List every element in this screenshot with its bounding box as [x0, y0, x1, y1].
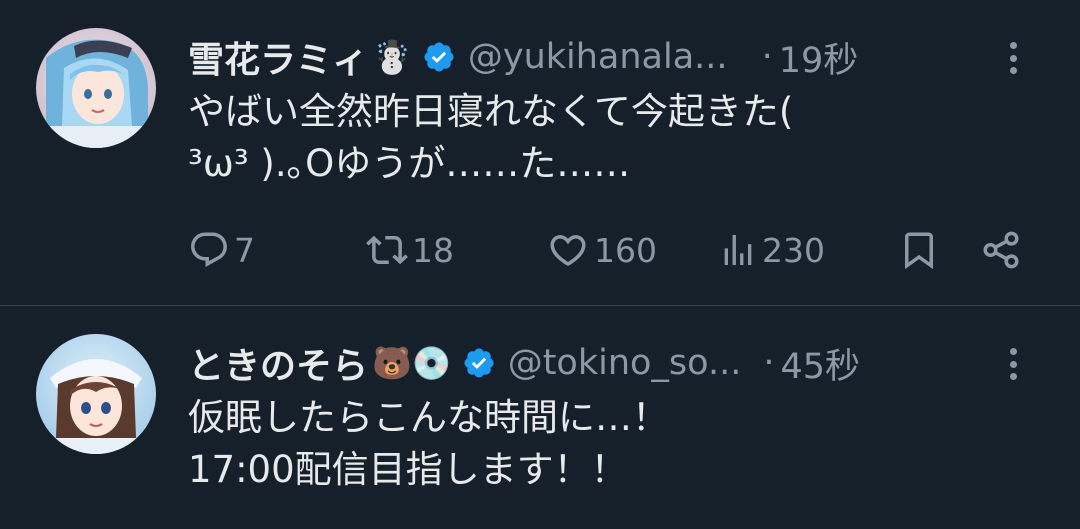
action-bar: 7 18 160 230: [188, 222, 1044, 278]
tweet-header: ときのそら 🐻💿 @tokino_so... · 45秒: [188, 334, 1040, 392]
views-count: 230: [762, 230, 825, 270]
tweet[interactable]: ときのそら 🐻💿 @tokino_so... · 45秒 仮眠したらこんな時間に…: [0, 305, 1080, 529]
handle[interactable]: @tokino_so...: [508, 343, 742, 383]
retweet-icon: [366, 235, 408, 265]
handle[interactable]: @yukihanala...: [468, 37, 728, 77]
avatar[interactable]: [36, 334, 156, 454]
share-button[interactable]: [980, 229, 1022, 271]
avatar[interactable]: [36, 28, 156, 148]
tweet-header: 雪花ラミィ ☃️ @yukihanala... · 19秒: [188, 28, 1040, 86]
timestamp[interactable]: 19秒: [779, 32, 859, 83]
reply-button[interactable]: 7: [188, 229, 255, 271]
separator-dot: ·: [761, 37, 773, 77]
tweet[interactable]: 雪花ラミィ ☃️ @yukihanala... · 19秒 やばい全然昨日寝れな…: [0, 0, 1080, 305]
like-button[interactable]: 160: [546, 229, 657, 271]
verified-badge-icon: [424, 42, 454, 72]
like-icon: [550, 235, 586, 267]
more-icon[interactable]: [1000, 36, 1026, 80]
more-icon[interactable]: [1000, 342, 1026, 386]
bookmark-icon: [905, 232, 933, 270]
timestamp[interactable]: 45秒: [780, 338, 860, 389]
snowman-emoji: ☃️: [372, 38, 412, 76]
reply-icon: [191, 232, 227, 267]
share-icon: [983, 231, 1019, 269]
like-count: 160: [594, 230, 657, 270]
tweet-text: 仮眠したらこんな時間に…！ 17:00配信目指します！！: [188, 396, 669, 491]
retweet-button[interactable]: 18: [366, 229, 454, 271]
tweet-text: やばい全然昨日寝れなくて今起きた( ³ω³ ).｡Oゆうが……た……: [188, 90, 794, 185]
tweet-content: ときのそら 🐻💿 @tokino_so... · 45秒 仮眠したらこんな時間に…: [188, 334, 1040, 496]
views-icon: [724, 235, 752, 265]
verified-badge-icon: [464, 348, 494, 378]
reply-count: 7: [234, 230, 255, 270]
bear-disc-emoji: 🐻💿: [372, 344, 452, 382]
bookmark-button[interactable]: [898, 228, 940, 272]
tweet-content: 雪花ラミィ ☃️ @yukihanala... · 19秒 やばい全然昨日寝れな…: [188, 28, 1040, 190]
views-button[interactable]: 230: [718, 229, 825, 271]
retweet-count: 18: [412, 230, 454, 270]
display-name[interactable]: ときのそら: [188, 337, 368, 389]
separator-dot: ·: [763, 343, 775, 383]
display-name[interactable]: 雪花ラミィ: [188, 31, 368, 83]
